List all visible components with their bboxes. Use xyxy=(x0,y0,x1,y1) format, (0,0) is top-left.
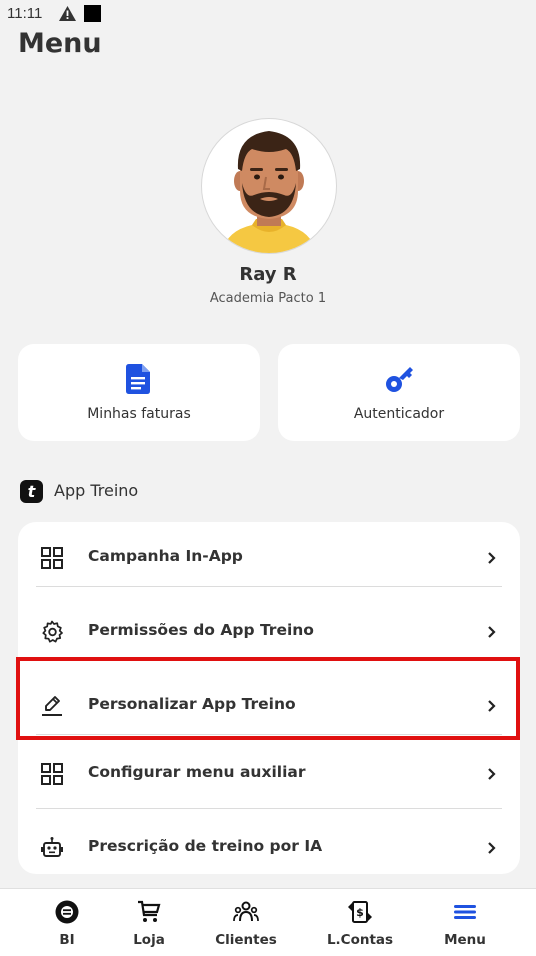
grid-icon xyxy=(41,763,63,785)
section-title: App Treino xyxy=(54,481,139,500)
nav-item-clientes[interactable]: Clientes xyxy=(200,889,292,956)
menu-item-label: Prescrição de treino por IA xyxy=(88,837,323,855)
users-icon xyxy=(233,901,259,922)
menu-item-configurar-menu[interactable]: Configurar menu auxiliar xyxy=(18,738,520,810)
status-time: 11:11 xyxy=(7,5,43,22)
status-bar: 11:11 xyxy=(0,0,536,28)
invoices-card[interactable]: Minhas faturas xyxy=(18,344,260,441)
authenticator-card[interactable]: Autenticador xyxy=(278,344,520,441)
nav-item-menu[interactable]: Menu xyxy=(424,889,506,956)
invoices-label: Minhas faturas xyxy=(87,406,191,422)
user-name: Ray R xyxy=(239,264,297,285)
menu-item-campanha-in-app[interactable]: Campanha In-App xyxy=(18,522,520,594)
invoice-file-icon xyxy=(126,364,150,394)
nav-label: Loja xyxy=(133,932,165,948)
highlight-box xyxy=(16,657,520,740)
bi-icon xyxy=(55,900,79,924)
menu-item-label: Permissões do App Treino xyxy=(88,621,314,639)
menu-item-label: Campanha In-App xyxy=(88,547,243,565)
chevron-right-icon xyxy=(488,842,496,854)
avatar-illustration xyxy=(222,131,316,253)
nav-item-bi[interactable]: BI xyxy=(26,889,108,956)
bottom-nav: BI Loja Clientes $ L.Contas Menu xyxy=(0,888,536,956)
nav-item-loja[interactable]: Loja xyxy=(108,889,190,956)
chevron-right-icon xyxy=(488,626,496,638)
app-treino-logo-icon: t xyxy=(20,480,43,503)
cart-icon xyxy=(138,900,161,922)
grid-icon xyxy=(41,547,63,569)
nav-label: Clientes xyxy=(215,932,277,948)
warning-icon xyxy=(59,6,76,21)
nav-label: BI xyxy=(59,932,75,948)
avatar[interactable] xyxy=(201,118,337,254)
gear-icon xyxy=(42,620,63,643)
chevron-right-icon xyxy=(488,552,496,564)
hamburger-icon xyxy=(454,905,476,919)
nav-label: L.Contas xyxy=(326,932,394,948)
status-square-icon xyxy=(84,5,101,22)
page-title: Menu xyxy=(18,28,102,59)
authenticator-label: Autenticador xyxy=(353,406,445,422)
menu-item-prescricao-ia[interactable]: Prescrição de treino por IA xyxy=(18,812,520,884)
divider xyxy=(36,586,502,587)
chevron-right-icon xyxy=(488,768,496,780)
money-transfer-icon: $ xyxy=(348,901,372,923)
key-icon xyxy=(386,367,413,392)
divider xyxy=(36,808,502,809)
nav-item-lcontas[interactable]: $ L.Contas xyxy=(314,889,406,956)
robot-icon xyxy=(41,837,63,857)
nav-label: Menu xyxy=(444,932,486,948)
svg-text:$: $ xyxy=(356,906,364,919)
menu-item-label: Configurar menu auxiliar xyxy=(88,763,306,781)
user-gym: Academia Pacto 1 xyxy=(209,291,327,306)
